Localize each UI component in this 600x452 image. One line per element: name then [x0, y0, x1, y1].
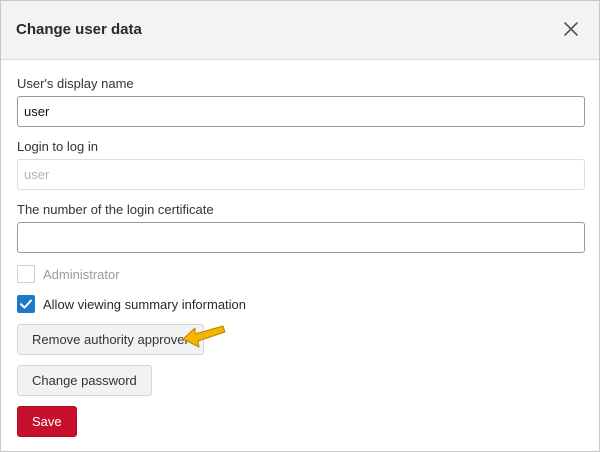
administrator-checkbox[interactable]	[17, 265, 35, 283]
save-button[interactable]: Save	[17, 406, 77, 437]
administrator-option[interactable]: Administrator	[17, 264, 120, 284]
display-name-input[interactable]	[17, 96, 585, 127]
login-label: Login to log in	[17, 139, 98, 154]
checkmark-icon	[20, 299, 32, 309]
display-name-label: User's display name	[17, 76, 134, 91]
close-button[interactable]	[561, 19, 581, 39]
certificate-input[interactable]	[17, 222, 585, 253]
login-input[interactable]	[17, 159, 585, 190]
pointer-arrow-icon	[182, 325, 226, 348]
allow-summary-option[interactable]: Allow viewing summary information	[17, 294, 246, 314]
change-user-dialog: Change user data User's display name Log…	[0, 0, 600, 452]
certificate-label: The number of the login certificate	[17, 202, 214, 217]
allow-summary-checkbox[interactable]	[17, 295, 35, 313]
allow-summary-label: Allow viewing summary information	[43, 296, 247, 312]
administrator-label: Administrator	[43, 266, 120, 282]
dialog-header: Change user data	[1, 1, 599, 60]
dialog-title: Change user data	[16, 21, 142, 38]
close-icon	[564, 22, 578, 36]
change-password-button[interactable]: Change password	[17, 365, 152, 396]
remove-authority-approver-button[interactable]: Remove authority approver	[17, 324, 204, 355]
